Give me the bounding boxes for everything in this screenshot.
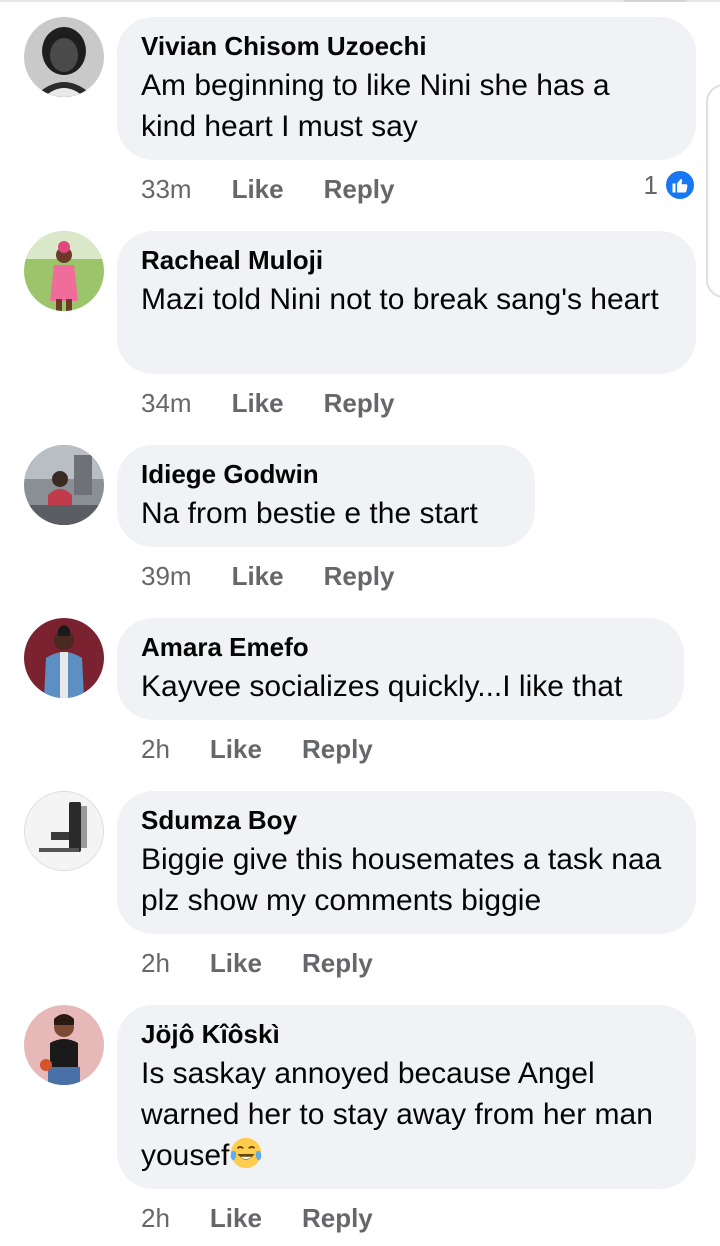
scroll-indicator [620, 0, 690, 2]
comment-actions: 2h Like Reply [141, 945, 373, 981]
like-button[interactable]: Like [210, 734, 262, 765]
comment-time[interactable]: 2h [141, 1203, 170, 1234]
comments-page: Vivian Chisom Uzoechi Am beginning to li… [0, 0, 720, 1246]
comment-bubble[interactable]: Jöjô Kîôskì Is saskay annoyed because An… [117, 1005, 696, 1189]
comment-time[interactable]: 2h [141, 734, 170, 765]
reply-button[interactable]: Reply [302, 1203, 373, 1234]
avatar[interactable] [24, 445, 104, 525]
avatar[interactable] [24, 17, 104, 97]
comment-text: Is saskay annoyed because Angel warned h… [141, 1053, 672, 1176]
comment-actions: 33m Like Reply [141, 171, 394, 207]
comment-time[interactable]: 39m [141, 561, 192, 592]
comment-actions: 2h Like Reply [141, 731, 373, 767]
avatar[interactable] [24, 231, 104, 311]
avatar-photo-icon [24, 1005, 104, 1085]
reply-button[interactable]: Reply [324, 174, 395, 205]
avatar-photo-icon [24, 231, 104, 311]
avatar-photo-icon [25, 792, 103, 870]
comment-bubble[interactable]: Idiege Godwin Na from bestie e the start [117, 445, 535, 547]
reply-button[interactable]: Reply [302, 734, 373, 765]
comment-author[interactable]: Amara Emefo [141, 632, 660, 662]
comment-bubble[interactable]: Amara Emefo Kayvee socializes quickly...… [117, 618, 684, 720]
avatar[interactable] [24, 1005, 104, 1085]
like-button[interactable]: Like [232, 388, 284, 419]
reply-button[interactable]: Reply [324, 561, 395, 592]
like-button[interactable]: Like [232, 561, 284, 592]
comment-author[interactable]: Idiege Godwin [141, 459, 511, 489]
comment-text: Mazi told Nini not to break sang's heart [141, 283, 659, 316]
comment-author[interactable]: Sdumza Boy [141, 805, 672, 835]
comment-text: Kayvee socializes quickly...I like that [141, 670, 623, 703]
comment-text: Am beginning to like Nini she has a kind… [141, 69, 610, 143]
comment-actions: 34m Like Reply [141, 385, 394, 421]
comment-bubble[interactable]: Racheal Muloji Mazi told Nini not to bre… [117, 231, 696, 374]
comment-time[interactable]: 33m [141, 174, 192, 205]
reaction-summary[interactable]: 1 [644, 169, 696, 201]
side-panel-edge [706, 84, 720, 298]
comment-bubble[interactable]: Sdumza Boy Biggie give this housemates a… [117, 791, 696, 934]
comment-author[interactable]: Vivian Chisom Uzoechi [141, 31, 672, 61]
comment-actions: 39m Like Reply [141, 558, 394, 594]
comment-bubble[interactable]: Vivian Chisom Uzoechi Am beginning to li… [117, 17, 696, 160]
comment-author[interactable]: Jöjô Kîôskì [141, 1019, 672, 1049]
comment-author[interactable]: Racheal Muloji [141, 245, 672, 275]
face-with-tears-of-joy-icon [231, 1137, 262, 1169]
comment-time[interactable]: 2h [141, 948, 170, 979]
avatar[interactable] [24, 791, 104, 871]
avatar-photo-icon [24, 618, 104, 698]
comment-time[interactable]: 34m [141, 388, 192, 419]
reply-button[interactable]: Reply [324, 388, 395, 419]
avatar-photo-icon [24, 445, 104, 525]
comment-text: Na from bestie e the start [141, 497, 478, 530]
like-button[interactable]: Like [232, 174, 284, 205]
top-divider [0, 0, 720, 2]
avatar[interactable] [24, 618, 104, 698]
comment-text: Biggie give this housemates a task naa p… [141, 843, 662, 917]
like-button[interactable]: Like [210, 948, 262, 979]
avatar-photo-icon [24, 17, 104, 97]
comment-actions: 2h Like Reply [141, 1200, 373, 1236]
reaction-count: 1 [643, 169, 658, 200]
like-button[interactable]: Like [210, 1203, 262, 1234]
like-icon [664, 169, 696, 201]
comment-text-content: Is saskay annoyed because Angel warned h… [141, 1057, 653, 1172]
reply-button[interactable]: Reply [302, 948, 373, 979]
